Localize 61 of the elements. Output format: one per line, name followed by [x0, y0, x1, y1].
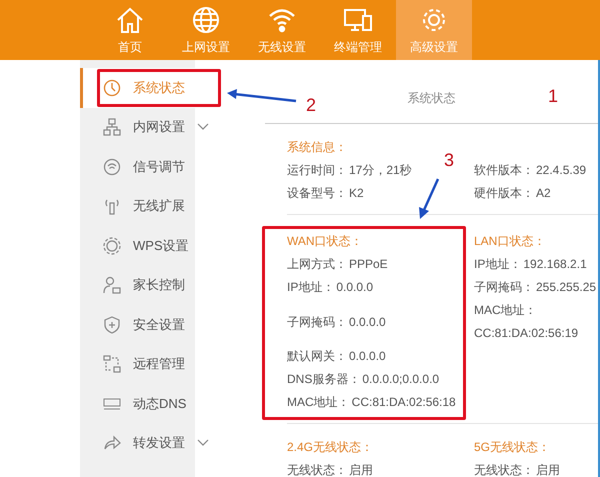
- field-value: 启用: [349, 462, 373, 477]
- wps-gear-icon: [103, 236, 121, 255]
- section-heading: LAN口状态：: [474, 234, 546, 248]
- field-label: IP地址：: [287, 279, 334, 296]
- sidebar-item[interactable]: 家长控制: [80, 266, 195, 305]
- remote-icon: [103, 355, 121, 374]
- field-label: 子网掩码：: [287, 314, 347, 330]
- clock-icon: [103, 78, 121, 97]
- field-value: A2: [536, 185, 551, 202]
- sidebar-item[interactable]: 内网设置: [80, 108, 195, 147]
- field-value: 255.255.25: [536, 279, 596, 296]
- field-value: 17分，21秒: [349, 162, 412, 179]
- shield-icon: [103, 316, 121, 334]
- sidebar-item[interactable]: 动态DNS: [80, 384, 195, 424]
- field-label: 设备型号：: [287, 185, 347, 202]
- annotation-number: 2: [306, 95, 316, 116]
- globe-icon: [191, 4, 221, 34]
- section-heading: 2.4G无线状态：: [287, 440, 374, 454]
- field-label: 默认网关：: [287, 348, 347, 365]
- signal-icon: [103, 158, 121, 176]
- sidebar-item[interactable]: 远程管理: [80, 344, 195, 384]
- field-value: 0.0.0.0;0.0.0.0: [362, 371, 440, 388]
- page-title: 系统状态: [408, 90, 456, 107]
- field-label: 上网方式：: [287, 256, 347, 273]
- section-heading: 5G无线状态：: [474, 440, 550, 454]
- field-value: 0.0.0.0: [349, 314, 386, 330]
- parent-lock-icon: [103, 276, 121, 294]
- annotation-arrow: [418, 178, 440, 220]
- section-heading: WAN口状态：: [287, 234, 363, 248]
- section-heading: 系统信息：: [287, 140, 347, 154]
- annotation-number: 1: [548, 86, 558, 107]
- field-value: 启用: [536, 462, 560, 477]
- field-value: K2: [349, 185, 364, 202]
- field-label: 运行时间：: [287, 162, 347, 179]
- sidebar-item[interactable]: 无线扩展: [80, 186, 195, 226]
- antenna-icon: [103, 197, 121, 216]
- field-value: 192.168.2.1: [523, 256, 587, 273]
- chevron-down-icon: [197, 439, 209, 448]
- field-label: DNS服务器：: [287, 371, 360, 388]
- sidebar-item[interactable]: 安全设置: [80, 305, 195, 344]
- field-label: MAC地址：: [287, 394, 350, 411]
- field-value: 0.0.0.0: [336, 279, 374, 296]
- field-label: 硬件版本：: [474, 185, 534, 202]
- field-label: 无线状态：: [287, 462, 347, 477]
- sidebar-item[interactable]: 转发设置: [80, 424, 195, 463]
- field-label: IP地址：: [474, 256, 522, 273]
- field-label: MAC地址：: [474, 302, 537, 319]
- chevron-down-icon: [197, 123, 209, 132]
- field-value: CC:81:DA:02:56:18: [352, 394, 456, 411]
- field-label: 子网掩码：: [474, 279, 534, 296]
- annotation-arrow: [226, 88, 298, 104]
- network-icon: [103, 118, 121, 136]
- sidebar-item[interactable]: 信号调节: [80, 147, 195, 186]
- field-value: CC:81:DA:02:56:19: [474, 325, 578, 342]
- field-value: 0.0.0.0: [349, 348, 386, 365]
- field-label: 无线状态：: [474, 462, 534, 477]
- field-label: 软件版本：: [474, 162, 534, 179]
- sidebar-item[interactable]: WPS设置: [80, 226, 195, 266]
- annotation-number: 3: [444, 150, 454, 171]
- field-value: PPPoE: [349, 256, 388, 273]
- field-value: 22.4.5.39: [536, 162, 586, 179]
